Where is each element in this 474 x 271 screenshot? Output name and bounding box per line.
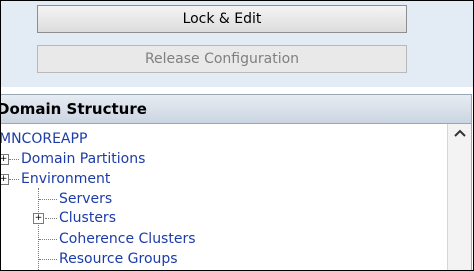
tree-root-mncoreapp[interactable]: MNCOREAPP xyxy=(1,130,87,148)
tree-item-resource-groups[interactable]: Resource Groups xyxy=(59,250,178,268)
lock-edit-button[interactable]: Lock & Edit xyxy=(37,5,407,33)
domain-structure-header: Domain Structure xyxy=(1,95,471,124)
domain-tree: MNCOREAPP + Domain Partitions + Environm… xyxy=(1,124,445,270)
expand-icon[interactable]: + xyxy=(33,213,44,224)
release-configuration-button[interactable]: Release Configuration xyxy=(37,45,407,73)
expand-icon[interactable]: + xyxy=(1,174,9,185)
tree-connector xyxy=(9,159,19,160)
scroll-up-icon[interactable] xyxy=(453,128,467,140)
tree-item-environment[interactable]: Environment xyxy=(21,170,110,188)
tree-item-domain-partitions[interactable]: Domain Partitions xyxy=(21,150,145,168)
domain-structure-panel: Domain Structure MNCOREAPP + Domain Part… xyxy=(1,94,472,270)
tree-scrollbar[interactable] xyxy=(447,124,471,270)
tree-connector xyxy=(39,259,57,260)
tree-connector xyxy=(9,179,19,180)
tree-item-coherence-clusters[interactable]: Coherence Clusters xyxy=(59,230,196,248)
tree-connector xyxy=(45,218,57,219)
tree-connector xyxy=(39,239,57,240)
admin-console-frame: Lock & Edit Release Configuration Domain… xyxy=(0,0,474,271)
change-center-panel: Lock & Edit Release Configuration xyxy=(1,1,473,87)
tree-item-servers[interactable]: Servers xyxy=(59,190,112,208)
expand-icon[interactable]: + xyxy=(1,154,9,165)
domain-structure-title: Domain Structure xyxy=(1,100,147,118)
tree-connector xyxy=(39,199,57,200)
tree-item-clusters[interactable]: Clusters xyxy=(59,209,116,227)
